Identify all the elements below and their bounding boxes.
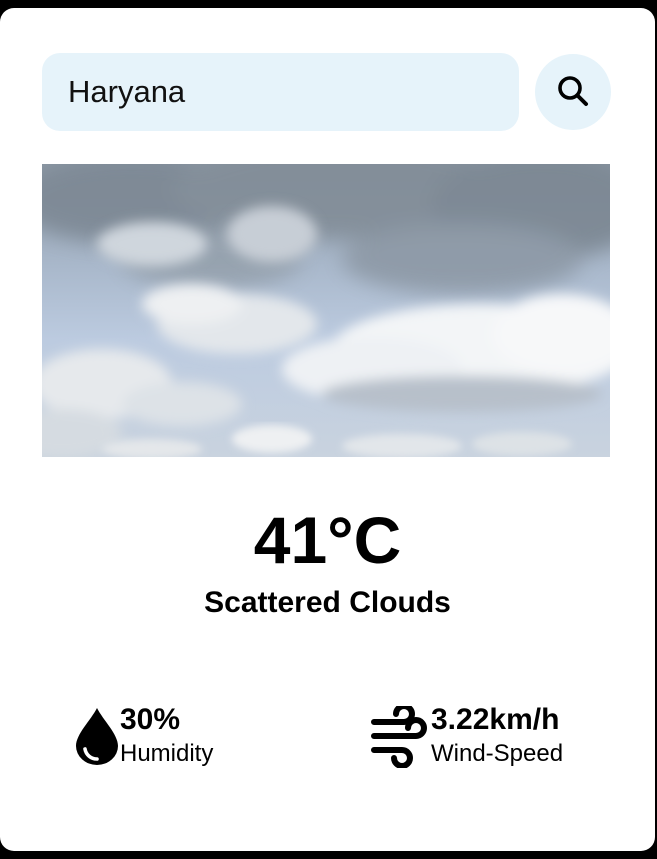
weather-condition-text: Scattered Clouds — [204, 586, 451, 619]
weather-condition-image — [42, 164, 610, 457]
city-search-input[interactable] — [42, 53, 519, 131]
search-bar — [42, 53, 611, 131]
wind-speed-value: 3.22km/h — [431, 703, 560, 736]
search-button[interactable] — [535, 54, 611, 130]
humidity-value: 30% — [120, 703, 181, 736]
weather-card: 41°C Scattered Clouds 30% Humidity 3.22k… — [0, 8, 655, 851]
water-drop-icon — [74, 706, 120, 771]
temperature-value: 41°C — [253, 503, 402, 577]
humidity-label: Humidity — [120, 740, 214, 767]
wind-icon — [370, 703, 430, 773]
wind-speed-stat: 3.22km/h Wind-Speed — [370, 702, 610, 772]
wind-speed-label: Wind-Speed — [431, 740, 564, 767]
humidity-stat: 30% Humidity — [74, 702, 274, 772]
search-icon — [555, 73, 591, 112]
